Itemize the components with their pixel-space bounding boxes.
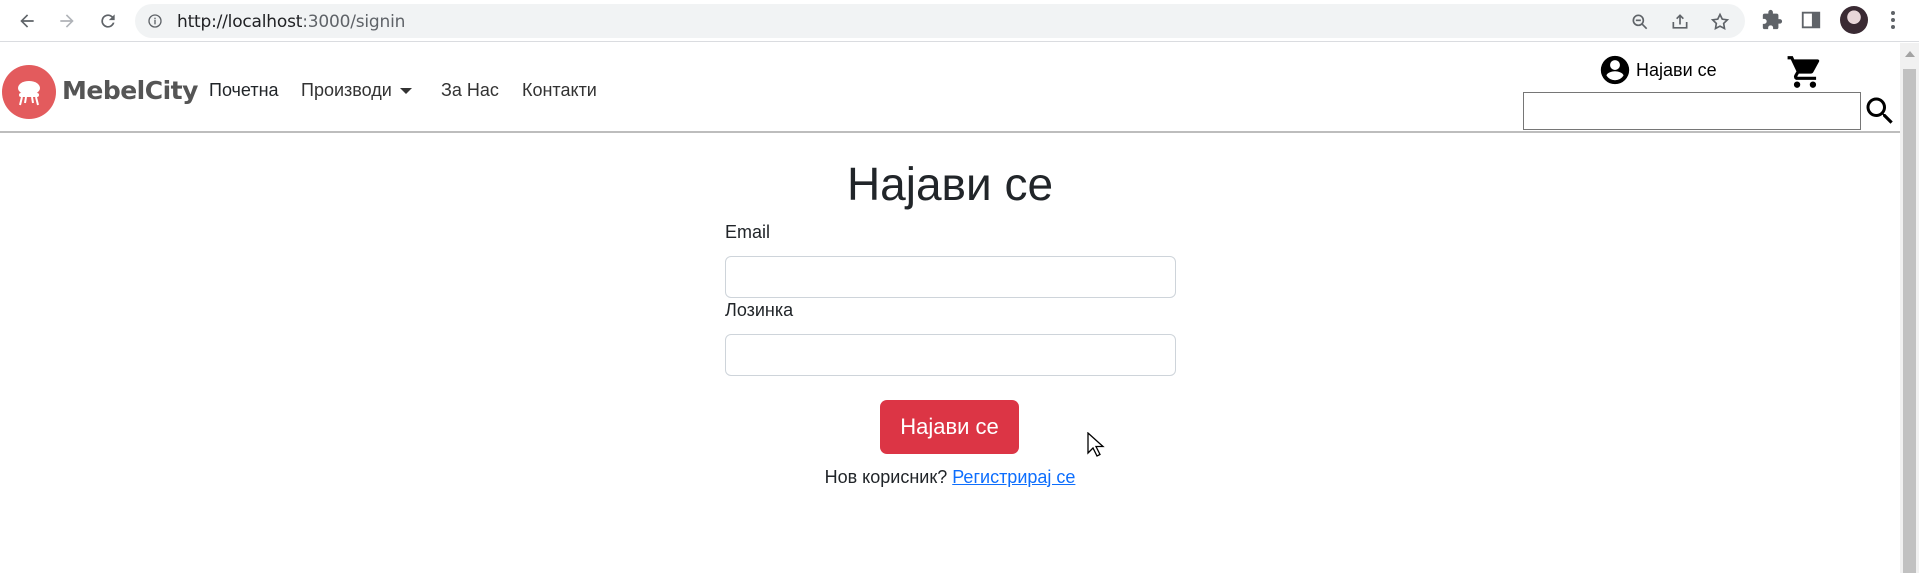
arrow-right-icon [60,14,74,28]
side-panel-icon[interactable] [1800,9,1822,31]
logo-text[interactable]: MebelCity [62,76,198,105]
reload-button[interactable] [93,6,123,36]
forward-button[interactable] [52,6,82,36]
more-menu-icon[interactable] [1890,9,1896,31]
share-icon[interactable] [1670,12,1690,32]
password-field[interactable] [725,334,1176,376]
back-button[interactable] [12,6,42,36]
signin-submit-button[interactable]: Најави се [880,400,1019,454]
arrow-left-icon [20,14,34,28]
email-label: Email [725,222,771,242]
shopping-cart-icon[interactable] [1786,53,1824,91]
chair-icon [18,81,40,106]
email-field[interactable] [725,256,1176,298]
bookmark-star-icon[interactable] [1710,12,1730,32]
header-login-link[interactable]: Најави се [1598,53,1717,87]
nav-products-label: Производи [301,80,392,100]
url-text: http://localhost:3000/signin [177,12,405,32]
browser-toolbar: http://localhost:3000/signin [0,0,1919,42]
scroll-thumb[interactable] [1903,69,1916,573]
zoom-icon[interactable] [1630,12,1650,32]
address-bar[interactable]: http://localhost:3000/signin [135,4,1745,38]
password-label: Лозинка [725,300,794,320]
new-user-text: Нов корисник? [824,467,948,487]
profile-avatar[interactable] [1840,6,1868,34]
mouse-cursor-icon [1087,432,1105,457]
nav-home[interactable]: Почетна [209,80,279,101]
extensions-icon[interactable] [1761,9,1783,31]
page-title: Најави се [846,158,1054,210]
scroll-up-arrow-icon[interactable] [1905,51,1915,57]
nav-about[interactable]: За Нас [441,80,499,101]
logo-icon[interactable] [2,65,56,119]
url-host: http://localhost [177,12,303,32]
page-scrollbar[interactable] [1900,43,1919,573]
register-link[interactable]: Регистрирај се [952,467,1075,487]
search-input[interactable] [1523,92,1861,130]
site-info-icon[interactable] [147,13,163,29]
site-navbar: MebelCity Почетна Производи За Нас Конта… [0,43,1900,133]
search-icon[interactable] [1862,93,1898,129]
caret-down-icon [399,88,412,95]
header-login-label: Најави се [1636,59,1717,80]
nav-products-dropdown[interactable]: Производи [301,80,412,101]
url-path: :3000/signin [302,12,406,32]
nav-contacts[interactable]: Контакти [522,80,597,101]
account-circle-icon [1600,55,1630,85]
reload-icon [101,14,115,28]
register-prompt: Нов корисник? Регистрирај се [0,467,1900,488]
